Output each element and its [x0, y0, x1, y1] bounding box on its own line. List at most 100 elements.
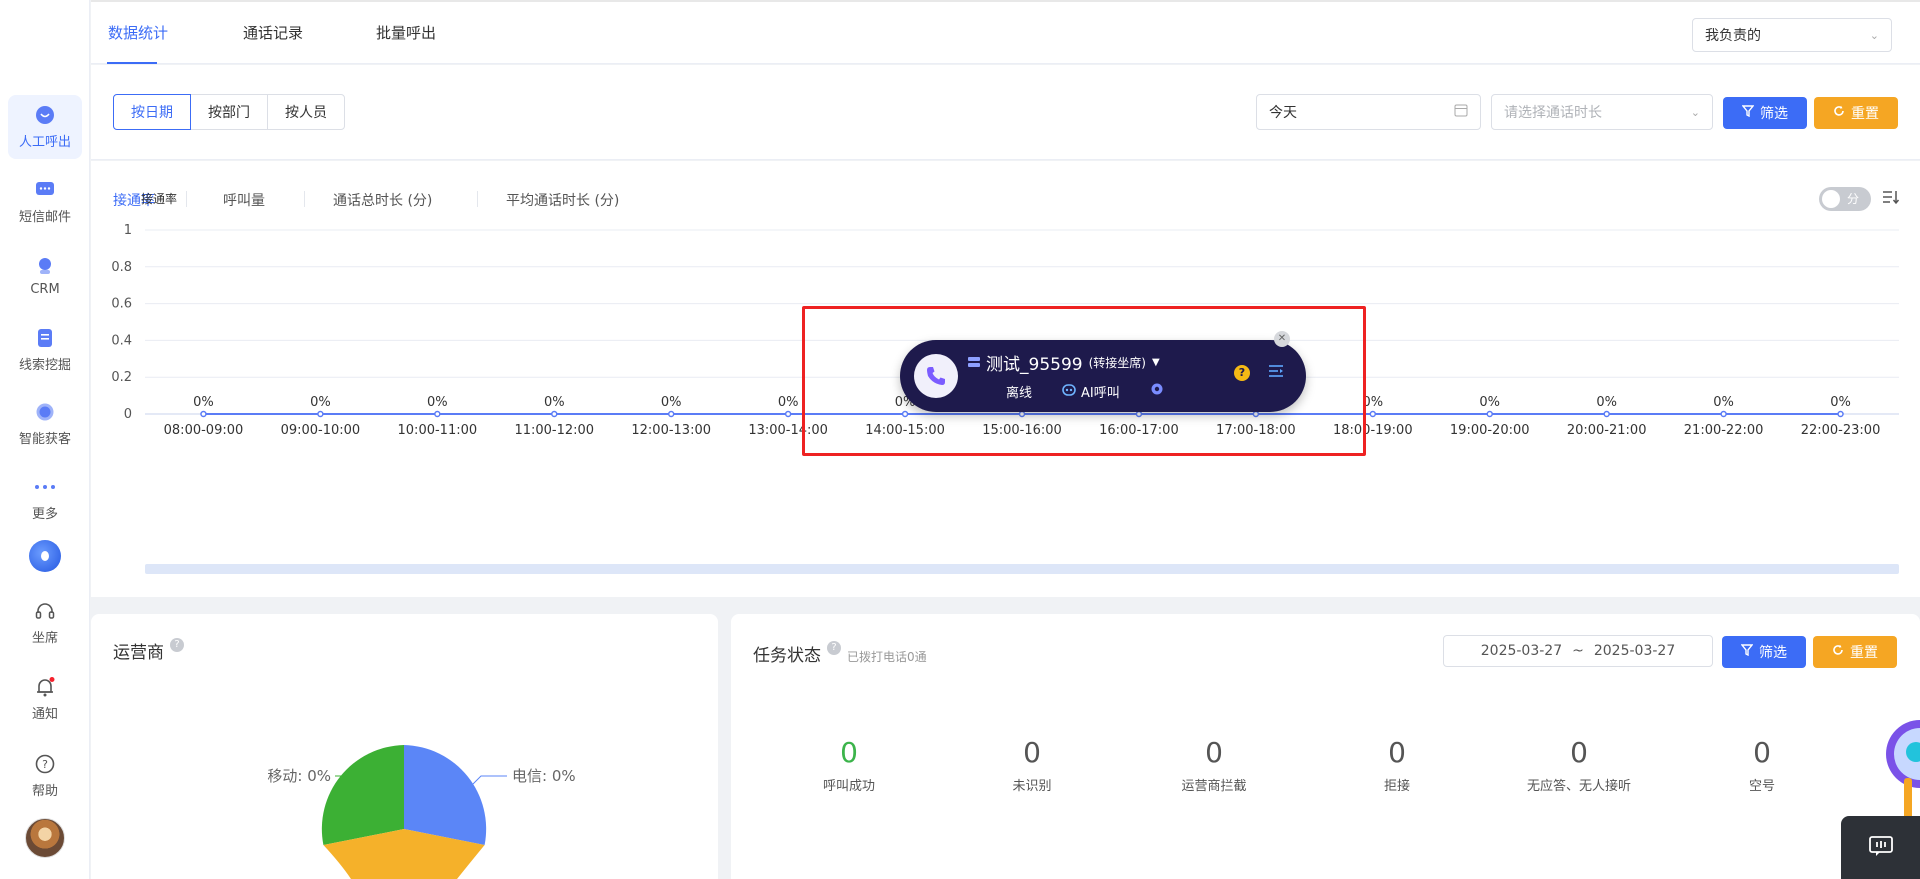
menu-collapse-icon[interactable]	[1268, 363, 1284, 383]
avatar[interactable]	[25, 818, 65, 858]
data-label: 0%	[310, 395, 331, 410]
data-point	[551, 410, 558, 418]
stat-rejected: 0 拒接	[1327, 739, 1467, 795]
x-tick-label: 19:00-20:00	[1450, 423, 1530, 438]
pie-label-telecom: 电信: 0%	[512, 767, 576, 785]
sidebar-item-label: 线索挖掘	[18, 358, 71, 373]
date-range-end: 2025-03-27	[1593, 643, 1676, 659]
phone-icon[interactable]	[914, 354, 958, 398]
sidebar-item-notify[interactable]: 通知	[8, 667, 82, 731]
data-point	[1720, 410, 1727, 418]
segment-by-date[interactable]: 按日期	[113, 94, 191, 130]
date-range-separator: ~	[1572, 643, 1584, 659]
ai-icon	[1062, 383, 1076, 400]
group-by-segment: 按日期 按部门 按人员	[113, 94, 345, 130]
sidebar-item-crm[interactable]: CRM	[8, 244, 82, 308]
chat-icon	[1868, 835, 1893, 861]
more-dots-icon	[34, 476, 56, 498]
help-icon[interactable]: ?	[827, 641, 841, 655]
duration-select[interactable]: 请选择通话时长 ⌄	[1491, 94, 1713, 130]
dialer-line-tag: (转接坐席)	[1088, 356, 1146, 370]
data-point	[434, 410, 441, 418]
ai-call-toggle[interactable]: AI呼叫	[1062, 382, 1120, 401]
crm-icon	[34, 255, 56, 277]
sidebar-item-label: 帮助	[31, 784, 58, 799]
tab-statistics[interactable]: 数据统计	[108, 22, 168, 43]
calendar-icon	[1454, 103, 1468, 121]
sidebar-item-label: CRM	[30, 282, 60, 297]
pie-slice-mobile	[321, 745, 404, 845]
date-range-start: 2025-03-27	[1480, 643, 1563, 659]
task-filter-button[interactable]: 筛选	[1722, 636, 1806, 668]
date-picker[interactable]: 今天	[1256, 94, 1481, 130]
data-label: 0%	[778, 395, 799, 410]
funnel-icon	[1741, 105, 1755, 121]
segment-by-department[interactable]: 按部门	[190, 94, 268, 130]
task-reset-button-label: 重置	[1850, 645, 1878, 661]
robot-assistant-icon[interactable]	[1878, 718, 1920, 828]
sidebar-item-label: 智能获客	[18, 432, 71, 447]
sidebar-item-sms-email[interactable]: 短信邮件	[8, 170, 82, 234]
left-sidebar: 人工呼出 短信邮件 CRM 线索挖掘 智能获客 更多 坐席 通知 ? 帮助	[0, 0, 90, 879]
x-tick-label: 12:00-13:00	[631, 423, 711, 438]
sidebar-item-seat[interactable]: 坐席	[8, 591, 82, 655]
document-icon	[34, 327, 56, 349]
close-icon[interactable]: ✕	[1274, 331, 1290, 347]
x-tick-label: 20:00-21:00	[1567, 423, 1647, 438]
gear-icon[interactable]	[1150, 382, 1164, 400]
sidebar-item-acquisition[interactable]: 智能获客	[8, 392, 82, 456]
owner-select[interactable]: 我负责的 ⌄	[1692, 18, 1892, 52]
stat-label: 呼叫成功	[822, 779, 875, 794]
data-label: 0%	[1479, 395, 1500, 410]
data-label: 0%	[1713, 395, 1734, 410]
sidebar-item-label: 短信邮件	[18, 210, 71, 225]
y-tick-label: 0.2	[111, 370, 132, 385]
tab-call-records[interactable]: 通话记录	[243, 22, 303, 43]
feedback-chat-button[interactable]	[1841, 816, 1920, 879]
svg-text:?: ?	[42, 758, 48, 771]
pie-label-mobile: 移动: 0%	[267, 767, 331, 785]
data-point	[1486, 410, 1493, 418]
sidebar-item-label: 人工呼出	[18, 135, 71, 150]
sidebar-item-manual-call[interactable]: 人工呼出	[8, 95, 82, 159]
data-point	[317, 410, 324, 418]
reset-button[interactable]: 重置	[1814, 97, 1898, 129]
y-axis-title: 接通率	[141, 191, 177, 206]
dialer-widget[interactable]: 测试_95599 (转接坐席) ▼ 离线 AI呼叫 ? ✕	[900, 331, 1306, 412]
data-label: 0%	[193, 395, 214, 410]
data-label: 0%	[1596, 395, 1617, 410]
stat-value: 0	[1205, 736, 1223, 769]
task-reset-button[interactable]: 重置	[1813, 636, 1897, 668]
sidebar-item-leads[interactable]: 线索挖掘	[8, 318, 82, 382]
dialer-line-selector[interactable]: 测试_95599 (转接坐席) ▼	[968, 350, 1160, 375]
filter-bar: 按日期 按部门 按人员 今天 请选择通话时长 ⌄ 筛选 重置	[91, 65, 1920, 160]
chart-zoom-scrollbar[interactable]	[145, 564, 1899, 574]
stat-value: 0	[1753, 736, 1771, 769]
help-circle-icon: ?	[34, 753, 56, 775]
stat-empty-number: 0 空号	[1692, 736, 1832, 795]
operator-pie-chart: 移动: 0% 电信: 0%	[267, 745, 576, 879]
task-date-range-picker[interactable]: 2025-03-27 ~ 2025-03-27	[1443, 635, 1713, 667]
date-picker-value: 今天	[1269, 105, 1297, 121]
stat-label: 运营商拦截	[1181, 779, 1247, 794]
data-point	[200, 410, 207, 418]
stat-call-success: 0 呼叫成功	[779, 739, 919, 795]
caret-down-icon: ▼	[1151, 357, 1160, 368]
help-icon[interactable]: ?	[1234, 365, 1250, 381]
refresh-icon	[1833, 105, 1845, 121]
sidebar-item-help[interactable]: ? 帮助	[8, 744, 82, 808]
data-point	[1603, 410, 1610, 418]
tab-batch-call[interactable]: 批量呼出	[376, 22, 436, 43]
filter-button-label: 筛选	[1760, 106, 1788, 122]
headphone-icon	[34, 600, 56, 622]
y-tick-label: 0.6	[111, 297, 132, 312]
filter-button[interactable]: 筛选	[1723, 97, 1807, 129]
message-icon	[34, 179, 56, 201]
assistant-orb-icon[interactable]	[29, 540, 61, 572]
data-label: 0%	[544, 395, 565, 410]
sidebar-item-more[interactable]: 更多	[8, 467, 82, 531]
dialer-status[interactable]: 离线	[1006, 382, 1032, 401]
segment-by-staff[interactable]: 按人员	[267, 94, 345, 130]
task-card-note: 已拨打电话0通	[847, 650, 927, 664]
refresh-icon	[1832, 644, 1844, 660]
